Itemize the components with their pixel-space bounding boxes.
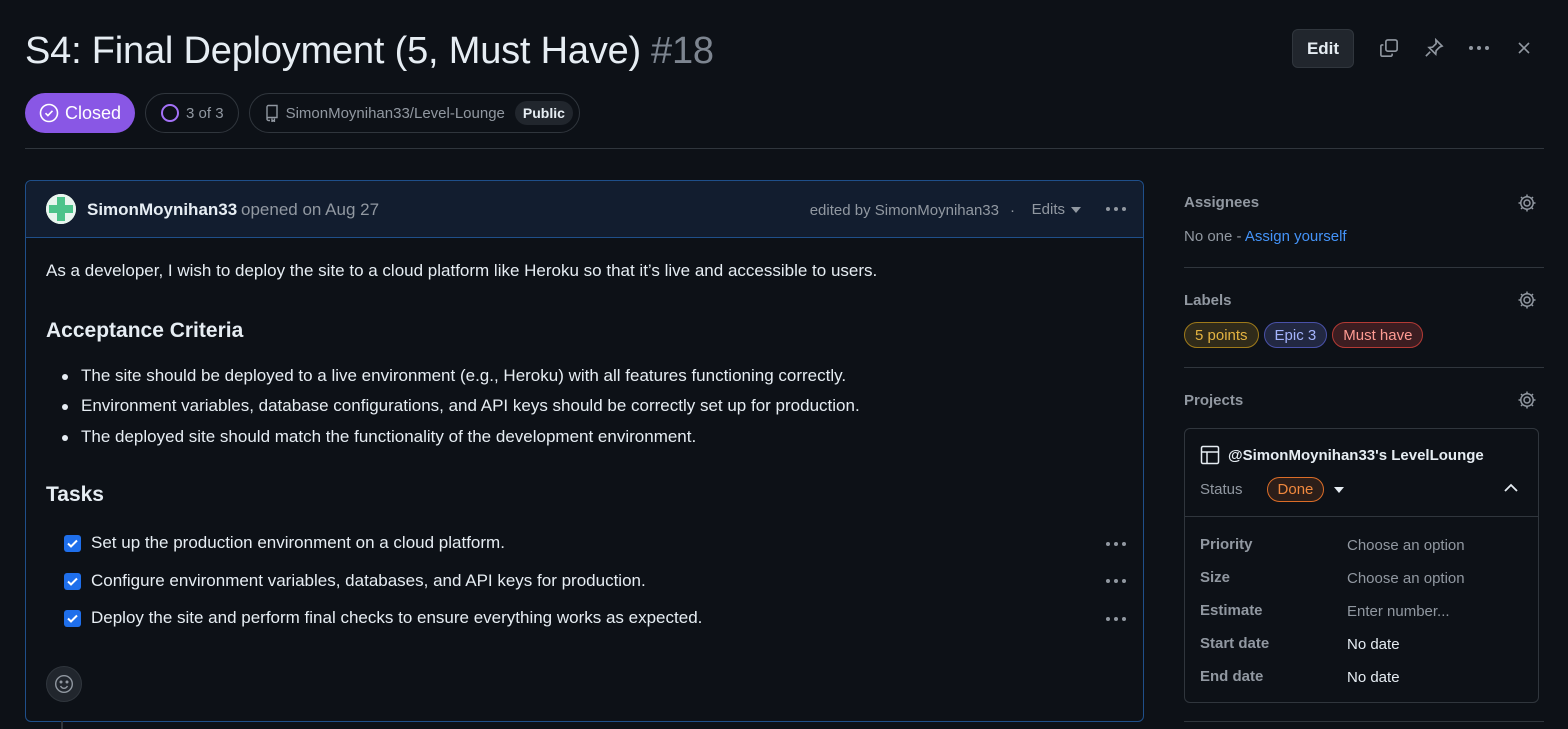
edits-dropdown[interactable]: Edits [1032, 201, 1081, 218]
more-options-icon[interactable] [1469, 46, 1489, 50]
task-checkbox[interactable] [64, 534, 81, 552]
project-status-row: Status Done [1200, 477, 1345, 502]
label-must-have[interactable]: Must have [1332, 322, 1424, 348]
add-reaction-button[interactable] [46, 666, 82, 702]
close-icon[interactable] [1512, 36, 1536, 60]
pin-icon[interactable] [1422, 36, 1446, 60]
status-badge: Closed [25, 93, 136, 133]
no-assignee-text: No one - [1184, 228, 1242, 245]
smiley-icon [54, 674, 74, 694]
subissues-count: 3 of 3 [186, 104, 224, 122]
copy-icon[interactable] [1377, 36, 1401, 60]
task-options-icon[interactable] [1106, 617, 1126, 621]
header-divider [25, 148, 1544, 149]
repo-name: SimonMoynihan33/Level-Lounge [285, 104, 505, 122]
field-estimate-input[interactable]: Enter number... [1347, 603, 1450, 620]
caret-down-icon[interactable] [1334, 486, 1345, 493]
check-icon [67, 539, 78, 548]
project-card: @SimonMoynihan33's LevelLounge Status Do… [1184, 428, 1539, 703]
field-start-date-value[interactable]: No date [1347, 636, 1400, 653]
task-options-icon[interactable] [1106, 579, 1126, 583]
task-item: Deploy the site and perform final checks… [64, 606, 702, 630]
assignees-gear-icon[interactable] [1517, 193, 1537, 213]
status-label: Closed [65, 102, 122, 123]
task-label: Configure environment variables, databas… [91, 571, 646, 590]
issue-comment: SimonMoynihan33 opened on Aug 27 edited … [25, 180, 1144, 722]
list-item: Environment variables, database configur… [62, 396, 860, 415]
comment-options-icon[interactable] [1106, 207, 1126, 211]
projects-title: Projects [1184, 392, 1244, 409]
list-item: The deployed site should match the funct… [61, 427, 697, 446]
caret-down-icon [1071, 206, 1081, 213]
repo-link[interactable]: SimonMoynihan33/Level-Lounge Public [248, 93, 580, 133]
separator: · [1010, 202, 1015, 219]
comment-header: SimonMoynihan33 opened on Aug 27 edited … [26, 181, 1143, 238]
label-epic-3[interactable]: Epic 3 [1263, 322, 1328, 348]
status-key: Status [1200, 481, 1243, 498]
task-checkbox[interactable] [64, 609, 81, 627]
labels-title: Labels [1184, 292, 1232, 309]
check-icon [67, 577, 78, 586]
comment-body-text: As a developer, I wish to deploy the sit… [46, 261, 878, 280]
labels-gear-icon[interactable] [1517, 290, 1537, 310]
field-priority-label: Priority [1200, 536, 1253, 553]
task-item: Set up the production environment on a c… [64, 531, 505, 555]
edits-label: Edits [1031, 201, 1065, 218]
sidebar-divider [1184, 267, 1544, 268]
visibility-badge: Public [514, 101, 573, 125]
chevron-up-icon[interactable] [1503, 483, 1519, 493]
status-done-badge[interactable]: Done [1266, 477, 1325, 502]
field-start-date-label: Start date [1200, 635, 1270, 652]
project-link[interactable]: @SimonMoynihan33's LevelLounge [1200, 445, 1484, 465]
criteria-heading: Acceptance Criteria [46, 319, 244, 342]
project-card-divider [1185, 516, 1538, 517]
comment-author[interactable]: SimonMoynihan33 [87, 200, 237, 220]
task-label: Deploy the site and perform final checks… [91, 608, 703, 627]
field-size-label: Size [1200, 569, 1231, 586]
issue-meta-row: Closed 3 of 3 SimonMoynihan33/Level-Loun… [25, 93, 580, 133]
repo-icon [265, 104, 278, 122]
assignees-value: No one - Assign yourself [1184, 228, 1347, 245]
comment-opened-date: opened on Aug 27 [241, 200, 380, 219]
check-icon [67, 614, 78, 623]
issue-title: S4: Final Deployment (5, Must Have) #18 [25, 30, 714, 73]
progress-circle-icon [161, 104, 180, 122]
task-checkbox[interactable] [64, 572, 81, 590]
tasks-heading: Tasks [46, 483, 104, 506]
labels-list: 5 points Epic 3 Must have [1184, 322, 1424, 348]
field-end-date-label: End date [1200, 668, 1264, 685]
edited-by: edited by SimonMoynihan33 [809, 202, 999, 219]
task-options-icon[interactable] [1106, 542, 1126, 546]
assign-yourself-link[interactable]: Assign yourself [1245, 228, 1347, 245]
closed-check-icon [39, 103, 59, 123]
field-size-value[interactable]: Choose an option [1347, 570, 1465, 587]
field-estimate-label: Estimate [1200, 602, 1263, 619]
edit-button[interactable]: Edit [1292, 29, 1354, 68]
list-item: The site should be deployed to a live en… [61, 366, 847, 385]
label-5-points[interactable]: 5 points [1184, 322, 1259, 348]
projects-gear-icon[interactable] [1517, 390, 1537, 410]
issue-number: #18 [651, 30, 714, 72]
task-item: Configure environment variables, databas… [64, 569, 646, 593]
project-name: @SimonMoynihan33's LevelLounge [1228, 446, 1484, 464]
subissues-progress[interactable]: 3 of 3 [145, 93, 239, 133]
sidebar-divider [1184, 367, 1544, 368]
avatar[interactable] [46, 194, 76, 224]
table-icon [1200, 445, 1220, 465]
field-end-date-value[interactable]: No date [1347, 669, 1400, 686]
assignees-title: Assignees [1184, 194, 1260, 211]
task-label: Set up the production environment on a c… [91, 533, 505, 552]
sidebar-divider [1184, 721, 1544, 722]
issue-title-text: S4: Final Deployment (5, Must Have) [25, 30, 642, 72]
field-priority-value[interactable]: Choose an option [1347, 537, 1465, 554]
timeline-line [61, 721, 63, 729]
